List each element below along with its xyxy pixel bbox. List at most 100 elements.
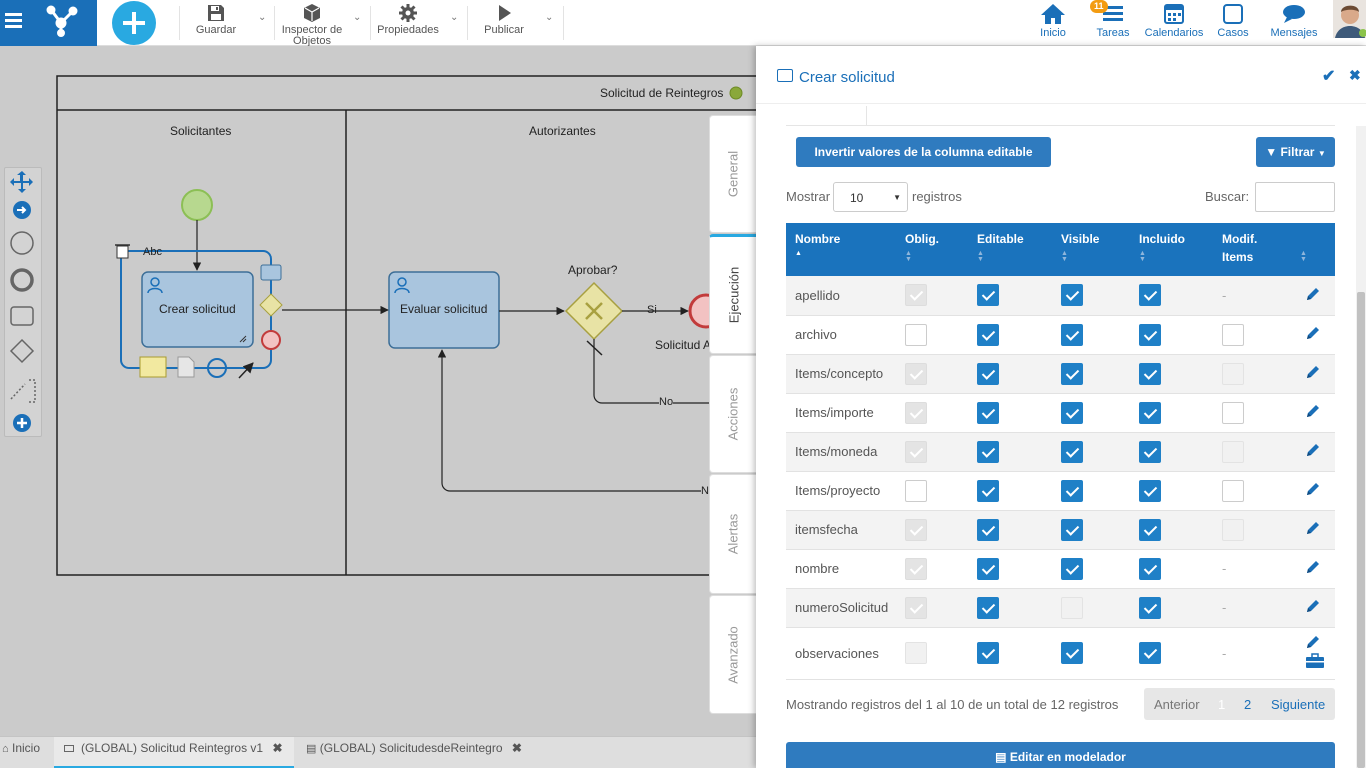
tab-entity[interactable]: ▤ (GLOBAL) SolicitudesdeReintegro ✖ [300,737,530,768]
editable-checkbox[interactable] [977,284,999,307]
close-panel-icon[interactable]: ✖ [1349,67,1361,84]
append-task-icon[interactable] [260,264,282,281]
editable-checkbox[interactable] [977,362,999,385]
editable-checkbox[interactable] [977,518,999,541]
edit-pencil-icon[interactable] [1305,327,1321,344]
task-tool-icon[interactable] [10,306,34,326]
append-end-event-icon[interactable] [261,330,281,350]
included-checkbox[interactable] [1139,323,1161,346]
move-tool-icon[interactable] [10,171,33,193]
end-event-tool-icon[interactable] [10,268,34,292]
visible-checkbox[interactable] [1061,479,1083,502]
chevron-down-icon[interactable]: ⌄ [450,12,458,23]
chevron-down-icon[interactable]: ⌄ [353,12,361,23]
visible-checkbox[interactable] [1061,362,1083,385]
included-checkbox[interactable] [1139,518,1161,541]
visible-checkbox[interactable] [1061,440,1083,463]
nav-messages[interactable]: Mensajes [1267,0,1321,46]
chevron-down-icon[interactable]: ⌄ [258,12,266,23]
included-checkbox[interactable] [1139,440,1161,463]
connect-arrow-icon[interactable] [13,201,31,219]
scrollbar-thumb[interactable] [1357,292,1365,768]
confirm-check-icon[interactable]: ✔ [1322,66,1335,86]
prev-page-button[interactable]: Anterior [1154,697,1200,712]
close-icon[interactable]: ✖ [272,741,282,755]
editable-checkbox[interactable] [977,440,999,463]
start-event[interactable] [181,189,213,221]
next-page-button[interactable]: Siguiente [1271,697,1325,712]
editable-checkbox[interactable] [977,642,999,664]
included-checkbox[interactable] [1139,362,1161,385]
edit-pencil-icon[interactable] [1305,483,1321,500]
app-logo-icon[interactable] [44,3,78,40]
user-avatar[interactable] [1333,0,1366,38]
edit-pencil-icon[interactable] [1305,366,1321,383]
edit-pencil-icon[interactable] [1305,522,1321,539]
edit-pencil-icon[interactable] [1305,444,1321,461]
visible-checkbox[interactable] [1061,323,1083,346]
filter-button[interactable]: ▼ Filtrar ▼ [1256,137,1335,167]
included-checkbox[interactable] [1139,557,1161,580]
nav-calendars[interactable]: Calendarios [1143,0,1205,46]
visible-checkbox[interactable] [1061,284,1083,307]
inner-tab[interactable] [786,106,867,126]
edit-pencil-icon[interactable] [1305,600,1321,617]
nav-home[interactable]: Inicio [1034,0,1072,46]
col-incluido[interactable]: Incluido ▲ ▼ [1130,223,1213,276]
scrollbar[interactable] [1356,126,1366,768]
required-checkbox[interactable] [905,479,927,502]
chevron-down-icon[interactable]: ⌄ [545,12,553,23]
modif-items-checkbox[interactable] [1222,479,1244,502]
included-checkbox[interactable] [1139,284,1161,307]
briefcase-icon[interactable] [1305,653,1335,672]
nav-tasks[interactable]: Tareas 11 [1090,0,1134,46]
save-button[interactable]: Guardar [190,0,242,46]
edit-in-modeler-button[interactable]: ▤ Editar en modelador [786,742,1335,768]
visible-checkbox[interactable] [1061,401,1083,424]
start-event-tool-icon[interactable] [10,231,34,255]
tab-avanzado[interactable]: Avanzado [709,595,756,714]
col-visible[interactable]: Visible ▲ ▼ [1052,223,1130,276]
editable-checkbox[interactable] [977,557,999,580]
col-oblig[interactable]: Oblig. ▲ ▼ [896,223,968,276]
add-button[interactable] [112,1,156,45]
included-checkbox[interactable] [1139,596,1161,619]
publish-button[interactable]: Publicar [478,0,530,46]
edit-pencil-icon[interactable] [1305,636,1321,653]
editable-checkbox[interactable] [977,596,999,619]
tab-ejecucion[interactable]: Ejecución [709,234,757,354]
visible-checkbox[interactable] [1061,642,1083,664]
included-checkbox[interactable] [1139,479,1161,502]
more-tools-icon[interactable] [13,414,31,432]
modif-items-checkbox[interactable] [1222,401,1244,424]
editable-checkbox[interactable] [977,401,999,424]
tab-process-model[interactable]: (GLOBAL) Solicitud Reintegros v1 ✖ [54,737,294,768]
connect-tool-icon[interactable] [238,362,254,379]
visible-checkbox[interactable] [1061,557,1083,580]
tab-alertas[interactable]: Alertas [709,474,756,594]
page-size-select[interactable]: 10 ▼ [833,182,908,212]
col-nombre[interactable]: Nombre ▲ [786,223,896,276]
editable-checkbox[interactable] [977,323,999,346]
text-tool[interactable]: Abc [143,246,162,258]
close-icon[interactable]: ✖ [512,741,522,755]
append-gateway-icon[interactable] [259,293,283,317]
annotation-tool-icon[interactable] [10,379,36,403]
tab-home[interactable]: ⌂ Inicio [0,737,48,768]
gateway-tool-icon[interactable] [9,338,35,364]
page-2-button[interactable]: 2 [1244,697,1251,712]
diagram-canvas[interactable]: Solicitud de Reintegros Solicitantes Aut… [0,46,756,736]
col-editable[interactable]: Editable ▲ ▼ [968,223,1052,276]
included-checkbox[interactable] [1139,401,1161,424]
page-1-button[interactable]: 1 [1218,697,1225,712]
edit-pencil-icon[interactable] [1305,561,1321,578]
col-modif-items[interactable]: Modif. Items [1213,223,1291,276]
included-checkbox[interactable] [1139,642,1161,664]
hamburger-menu-icon[interactable] [4,10,24,30]
edit-pencil-icon[interactable] [1305,405,1321,422]
tab-general[interactable]: General [709,115,756,233]
delete-icon[interactable] [115,244,130,259]
object-inspector-button[interactable]: Inspector de Objetos [280,0,344,47]
required-checkbox[interactable] [905,323,927,346]
invert-editable-button[interactable]: Invertir valores de la columna editable [796,137,1051,167]
